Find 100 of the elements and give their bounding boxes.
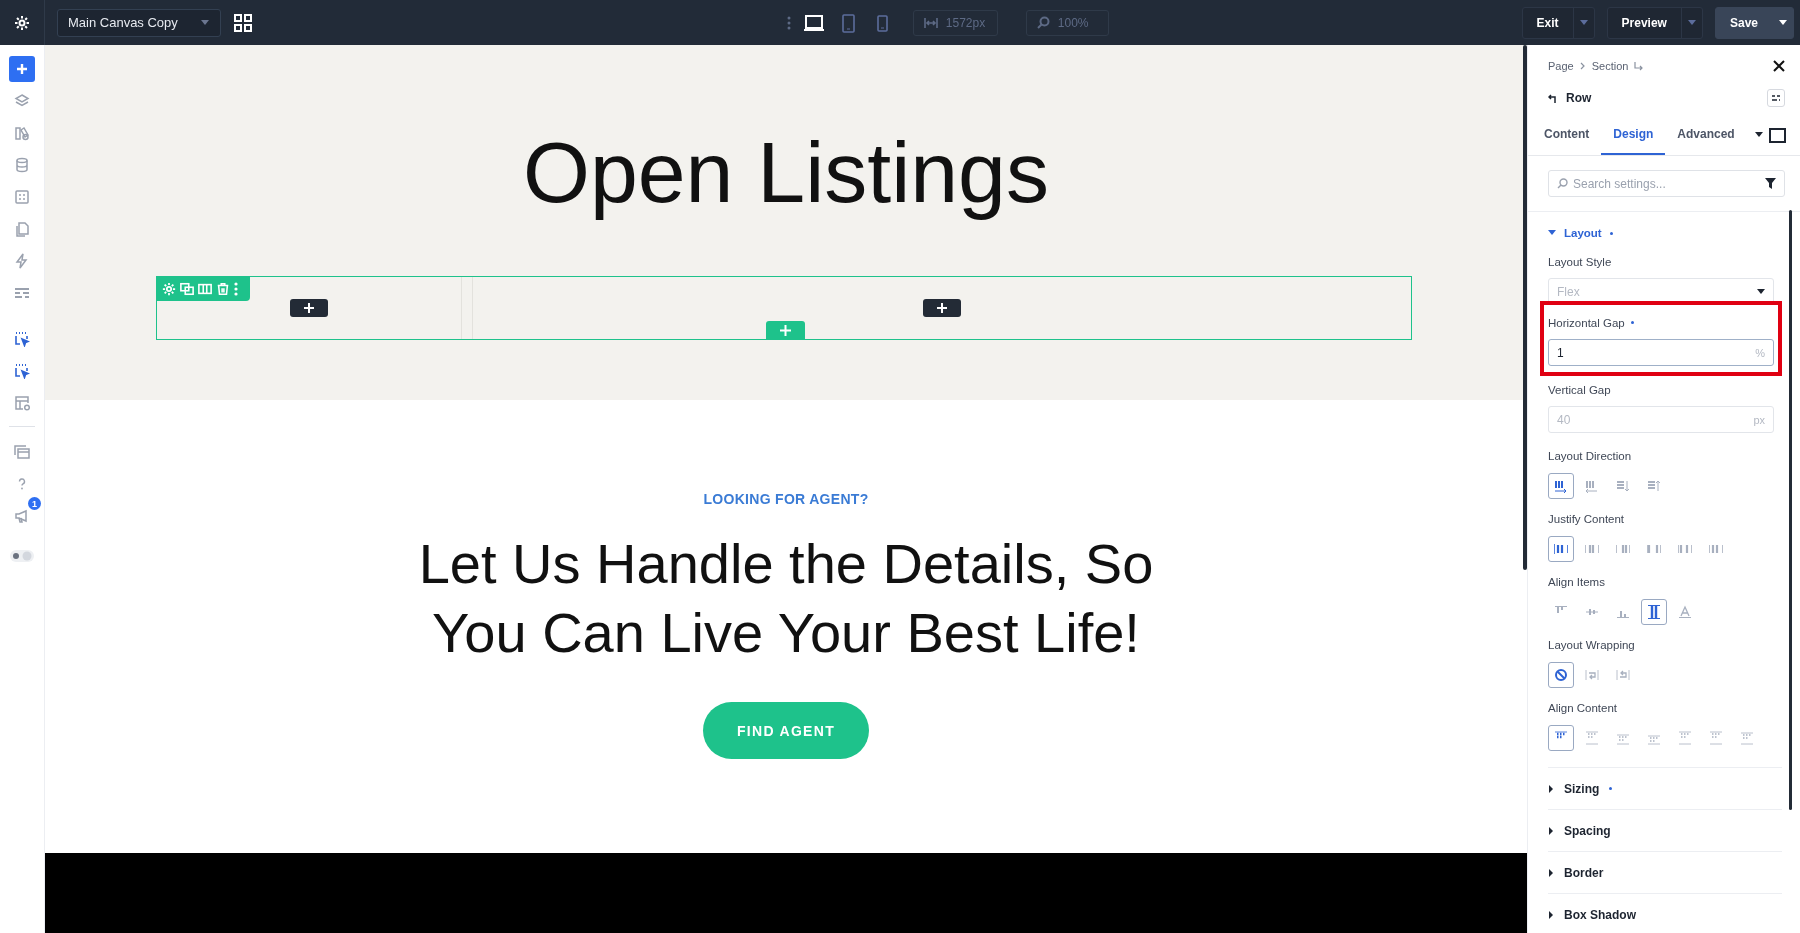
caret-icon bbox=[199, 19, 210, 26]
windows-icon bbox=[14, 444, 30, 460]
tab[interactable]: Content bbox=[1532, 115, 1602, 155]
breadcrumb-link[interactable]: Page bbox=[1548, 60, 1574, 72]
align-content-icon bbox=[1616, 731, 1630, 745]
wrap-icon bbox=[1616, 668, 1630, 682]
close-button[interactable] bbox=[1773, 60, 1785, 72]
direction-icon bbox=[1647, 479, 1661, 493]
section-header[interactable]: Sizing bbox=[1548, 767, 1782, 809]
field-label: Align Items bbox=[1548, 575, 1605, 588]
add-module-button[interactable] bbox=[923, 299, 961, 318]
direction-icon bbox=[1585, 479, 1599, 493]
filter-icon[interactable] bbox=[1765, 178, 1776, 189]
eyebrow-text: LOOKING FOR AGENT? bbox=[703, 491, 869, 507]
sliders-icon bbox=[1771, 94, 1781, 102]
caret-icon bbox=[1757, 288, 1765, 295]
section-heading: Let Us Handle the Details, So You Can Live Your Best Life! bbox=[418, 531, 1154, 666]
option-button[interactable] bbox=[1548, 662, 1574, 688]
notification-badge: 1 bbox=[28, 497, 41, 510]
tab[interactable]: Design bbox=[1601, 115, 1666, 155]
option-button[interactable] bbox=[1548, 473, 1574, 499]
more-icon[interactable] bbox=[234, 281, 238, 296]
justify-icon bbox=[1554, 542, 1568, 556]
database-icon bbox=[14, 157, 30, 173]
align-icon bbox=[1678, 605, 1692, 619]
search-icon bbox=[1557, 178, 1568, 189]
section-header[interactable]: Spacing bbox=[1548, 809, 1782, 851]
option-button[interactable] bbox=[1548, 536, 1574, 562]
field-label: Justify Content bbox=[1548, 512, 1625, 525]
lines-icon bbox=[14, 285, 30, 301]
section-header[interactable]: Layout bbox=[1548, 222, 1774, 244]
caret-icon bbox=[1686, 19, 1697, 26]
toggle-icon[interactable] bbox=[9, 549, 35, 563]
desktop-icon bbox=[803, 12, 824, 33]
align-content-icon bbox=[1740, 731, 1754, 745]
field-label: Horizontal Gap bbox=[1548, 316, 1625, 329]
justify-icon bbox=[1585, 542, 1599, 556]
direction-icon bbox=[1554, 479, 1568, 493]
field-label: Layout Direction bbox=[1548, 449, 1632, 462]
plus-icon bbox=[304, 303, 314, 314]
settings-icon[interactable] bbox=[162, 281, 176, 296]
align-content-icon bbox=[1678, 731, 1692, 745]
breadcrumb-link[interactable]: Section bbox=[1591, 60, 1629, 72]
align-content-icon bbox=[1585, 731, 1599, 745]
save-button[interactable]: Save bbox=[1714, 6, 1794, 39]
justify-icon bbox=[1678, 542, 1692, 556]
justify-icon bbox=[1647, 542, 1661, 556]
form-icon bbox=[14, 189, 30, 205]
field-label: Layout Wrapping bbox=[1548, 638, 1635, 651]
page-select[interactable]: Main Canvas Copy bbox=[57, 8, 221, 37]
trash-icon[interactable] bbox=[216, 281, 230, 296]
input-field[interactable]: 1 % bbox=[1548, 339, 1774, 366]
field-label: Vertical Gap bbox=[1548, 383, 1611, 396]
settings-icon bbox=[14, 14, 30, 31]
field-label: Align Content bbox=[1548, 701, 1618, 714]
plus-icon bbox=[14, 61, 30, 77]
wrap-icon bbox=[1585, 668, 1599, 682]
caret-icon bbox=[1778, 19, 1788, 26]
grid-icon[interactable] bbox=[233, 13, 252, 32]
options-button[interactable] bbox=[1767, 89, 1785, 107]
plus-icon bbox=[780, 325, 791, 337]
desktop-icon[interactable] bbox=[1769, 127, 1786, 143]
element-name: Row bbox=[1566, 91, 1592, 105]
add-button[interactable] bbox=[9, 56, 35, 82]
tab[interactable]: Advanced bbox=[1665, 115, 1747, 155]
option-button[interactable] bbox=[1641, 599, 1667, 625]
page-title: Open Listings bbox=[523, 123, 1049, 222]
bolt-icon bbox=[14, 253, 30, 269]
justify-icon bbox=[1709, 542, 1723, 556]
cursor-select-icon bbox=[14, 363, 30, 379]
duplicate-icon[interactable] bbox=[180, 281, 194, 296]
search-icon bbox=[1036, 16, 1050, 29]
add-row-button[interactable] bbox=[766, 321, 805, 341]
field-label: Layout Style bbox=[1548, 255, 1612, 268]
align-icon bbox=[1647, 605, 1661, 619]
return-icon bbox=[1634, 61, 1644, 71]
layers-icon bbox=[14, 93, 30, 109]
pages-icon bbox=[14, 221, 30, 237]
split-button[interactable]: Exit bbox=[1521, 6, 1595, 39]
columns-icon[interactable] bbox=[198, 281, 212, 296]
section-header[interactable]: Border bbox=[1548, 851, 1782, 893]
back-arrow-icon bbox=[1548, 93, 1558, 103]
split-button[interactable]: Preview bbox=[1606, 6, 1703, 39]
cursor-select-icon bbox=[14, 331, 30, 347]
option-button[interactable] bbox=[1548, 725, 1574, 751]
shapes-icon bbox=[14, 125, 30, 141]
plus-icon bbox=[937, 303, 947, 314]
wrap-icon bbox=[1554, 668, 1568, 682]
width-icon bbox=[923, 16, 938, 29]
close-icon bbox=[1773, 60, 1785, 72]
layout-icon bbox=[14, 395, 30, 411]
more-icon bbox=[786, 15, 791, 30]
caret-icon bbox=[1578, 19, 1589, 26]
caret-icon[interactable] bbox=[1755, 132, 1763, 138]
section-header[interactable]: Box Shadow bbox=[1548, 893, 1782, 933]
justify-icon bbox=[1616, 542, 1630, 556]
chevron-icon bbox=[1579, 62, 1586, 70]
add-module-button[interactable] bbox=[290, 299, 328, 318]
align-content-icon bbox=[1709, 731, 1723, 745]
megaphone-icon bbox=[14, 508, 30, 524]
